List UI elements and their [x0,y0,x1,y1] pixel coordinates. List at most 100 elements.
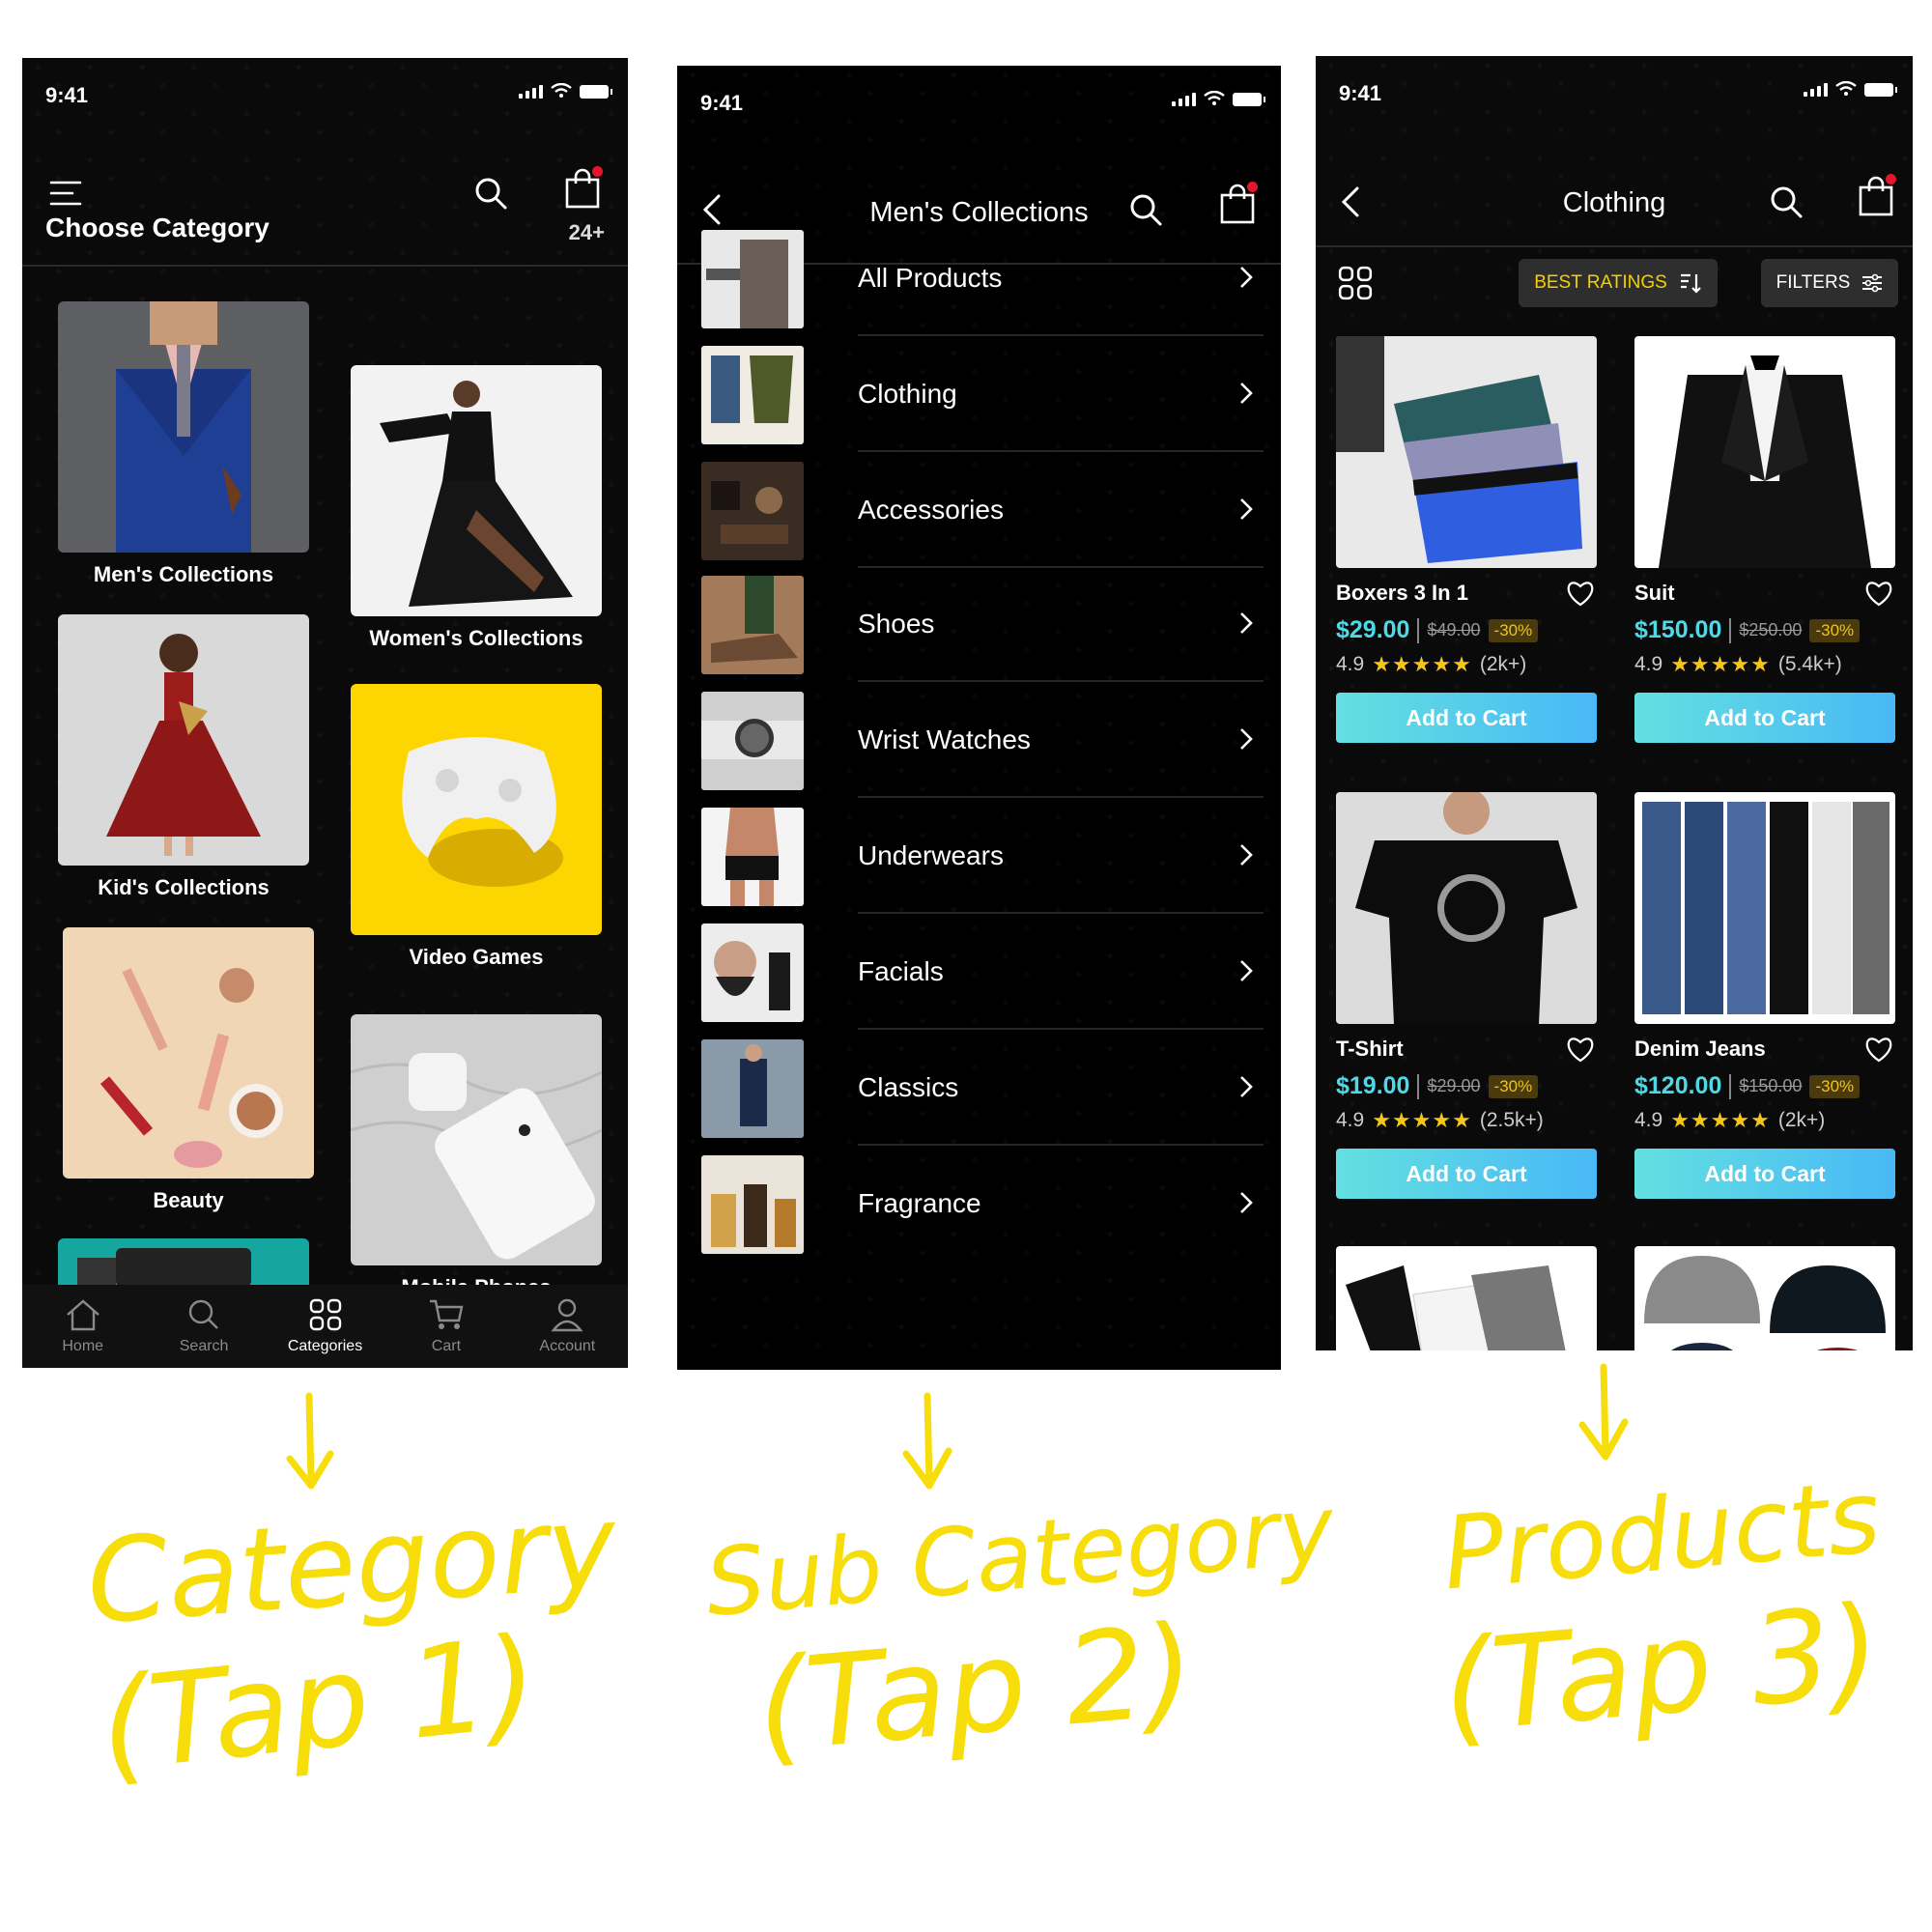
grid-view-icon[interactable] [1331,259,1379,307]
chevron-right-icon [1240,498,1253,520]
status-icons [1172,91,1265,106]
chevron-right-icon [1240,612,1253,634]
old-price: $49.00 [1427,620,1481,639]
divider [858,1144,1264,1146]
bag-icon[interactable] [1852,172,1900,220]
status-icons [1804,81,1897,97]
tab-categories[interactable]: Categories [265,1285,385,1368]
divider [858,566,1264,568]
category-label: Beauty [153,1188,224,1212]
signal-icon [1804,81,1828,97]
subcategory-item-fragrance[interactable]: Fragrance [701,1155,1264,1262]
filters-button[interactable]: FILTERS [1761,259,1898,307]
subcategory-item-wrist-watches[interactable]: Wrist Watches [701,692,1264,798]
annotation-tap3: Products (Tap 3) [1430,1457,1893,1761]
bag-icon[interactable] [1213,180,1262,228]
status-bar: 9:41 [677,66,1281,143]
chevron-right-icon [1240,1076,1253,1097]
heart-icon[interactable] [1566,580,1595,607]
divider [1316,245,1913,247]
category-kids[interactable]: Kid's Collections [58,614,309,900]
category-mens[interactable]: Men's Collections [58,301,309,587]
product-price: $120.00 [1634,1072,1722,1099]
cart-badge [592,166,603,177]
wifi-icon [551,83,572,98]
add-to-cart-button[interactable]: Add to Cart [1634,1149,1895,1199]
menu-icon[interactable] [42,169,90,217]
discount-badge: -30% [1488,618,1539,642]
product-price: $150.00 [1634,616,1722,643]
add-to-cart-button[interactable]: Add to Cart [1336,693,1597,743]
subcategory-label: Clothing [858,379,957,409]
subcategory-item-classics[interactable]: Classics [701,1039,1264,1146]
product-card-socks[interactable] [1336,1246,1597,1350]
heart-icon[interactable] [1566,1036,1595,1063]
product-image [1336,336,1597,568]
tab-label: Home [62,1338,104,1354]
product-price: $29.00 [1336,616,1410,643]
add-to-cart-button[interactable]: Add to Cart [1336,1149,1597,1199]
subcategory-item-accessories[interactable]: Accessories [701,462,1264,568]
chevron-right-icon [1240,728,1253,750]
bag-icon[interactable] [558,164,607,213]
grid-icon [309,1298,341,1331]
status-icons [519,83,612,99]
divider [858,1028,1264,1030]
subcategory-label: Fragrance [858,1188,981,1218]
product-card-beanies[interactable] [1634,1246,1895,1350]
tab-home[interactable]: Home [22,1285,143,1368]
category-mobile-phones[interactable]: Mobile Phones [351,1014,602,1300]
category-label: Men's Collections [93,562,274,586]
add-to-cart-button[interactable]: Add to Cart [1634,693,1895,743]
subcategory-item-all-products[interactable]: All Products [701,230,1264,336]
heart-icon[interactable] [1864,1036,1893,1063]
status-time: 9:41 [1339,81,1382,105]
subcategory-item-shoes[interactable]: Shoes [701,576,1264,682]
tab-label: Categories [287,1338,363,1354]
tab-cart[interactable]: Cart [385,1285,506,1368]
annotation-tap1: Category (Tap 1) [83,1480,621,1801]
tab-search[interactable]: Search [143,1285,264,1368]
subcategory-label: Accessories [858,495,1004,525]
review-count: (2.5k+) [1479,1109,1544,1131]
product-card-suit[interactable]: Suit $150.00 $250.00 -30% 4.9 ★★★★★ (5.4… [1634,336,1895,743]
chevron-right-icon [1240,844,1253,866]
category-beauty[interactable]: Beauty [63,927,314,1213]
old-price: $29.00 [1427,1076,1481,1095]
divider [858,796,1264,798]
product-card-boxers[interactable]: Boxers 3 In 1 $29.00 $49.00 -30% 4.9 ★★★… [1336,336,1597,743]
search-icon[interactable] [1762,178,1810,226]
discount-badge: -30% [1488,1074,1539,1098]
search-icon[interactable] [467,169,515,217]
subcategory-item-underwears[interactable]: Underwears [701,808,1264,914]
beauty-image [63,927,314,1179]
category-womens[interactable]: Women's Collections [351,365,602,651]
status-time: 9:41 [700,91,744,115]
product-card-tshirt[interactable]: T-Shirt $19.00 $29.00 -30% 4.9 ★★★★★ (2.… [1336,792,1597,1199]
wifi-icon [1204,91,1225,105]
signal-icon [1172,91,1196,106]
heart-icon[interactable] [1864,580,1893,607]
subcategory-label: Shoes [858,609,935,639]
tab-account[interactable]: Account [507,1285,628,1368]
subcategory-thumb [701,692,804,790]
product-price: $19.00 [1336,1072,1410,1099]
product-image [1634,336,1895,568]
subcategory-item-facials[interactable]: Facials [701,923,1264,1030]
product-card-jeans[interactable]: Denim Jeans $120.00 $150.00 -30% 4.9 ★★★… [1634,792,1895,1199]
mens-image [58,301,309,553]
subcategory-label: Classics [858,1072,959,1102]
tab-label: Cart [431,1338,462,1354]
product-image [1336,792,1597,1024]
tab-label: Account [539,1338,596,1354]
arrow-down-icon [898,1391,956,1502]
subcategory-item-clothing[interactable]: Clothing [701,346,1264,452]
search-icon[interactable] [1122,185,1170,234]
home-icon [66,1299,99,1331]
rating-value: 4.9 [1634,653,1663,675]
chevron-right-icon [1240,960,1253,981]
cart-badge [1247,182,1258,192]
sort-button[interactable]: BEST RATINGS [1519,259,1718,307]
battery-icon [1233,93,1265,106]
category-video-games[interactable]: Video Games [351,684,602,970]
